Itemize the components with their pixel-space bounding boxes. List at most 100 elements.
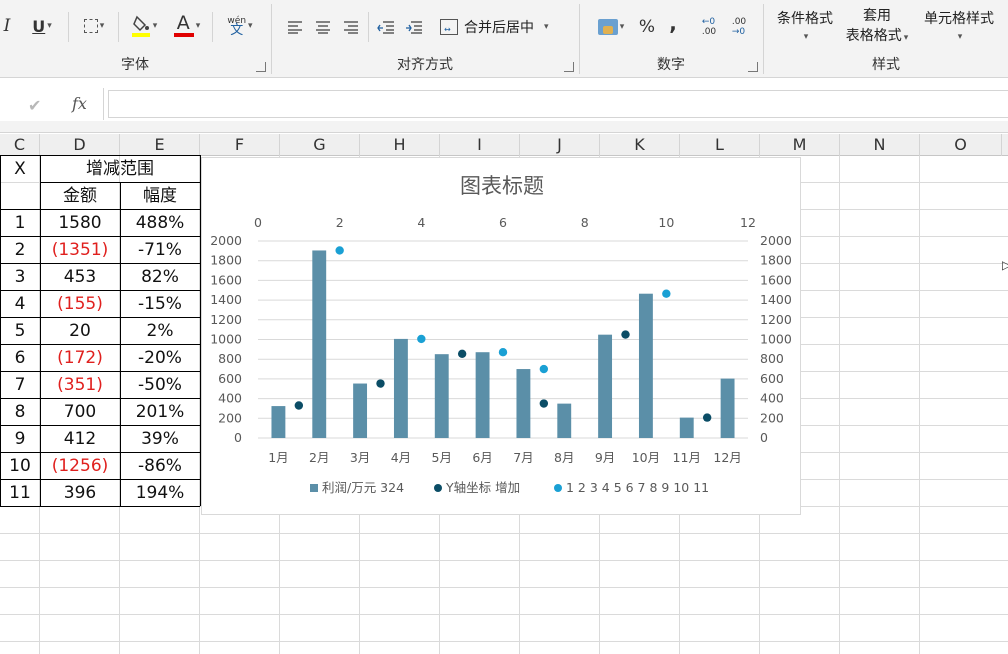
cell-styles-button[interactable]: 单元格样式 ▾ [914, 0, 1004, 50]
category-label: 6月 [472, 450, 492, 465]
ratio-cell[interactable]: 2% [120, 318, 200, 345]
italic-button[interactable]: I [0, 14, 14, 38]
amount-cell[interactable]: 700 [40, 399, 120, 426]
column-header[interactable]: J [520, 134, 600, 156]
table-border [0, 155, 1, 506]
table-border [0, 452, 200, 453]
styles-group-label: 样式 [872, 57, 900, 73]
x-cell[interactable]: 8 [0, 399, 40, 426]
table-border [0, 344, 200, 345]
x-cell[interactable]: 6 [0, 345, 40, 372]
x2-tick-label: 8 [581, 215, 589, 230]
header-amount-cell[interactable]: 金额 [40, 183, 120, 210]
header-x-cell[interactable]: X [0, 156, 40, 183]
conditional-format-button[interactable]: 条件格式 ▾ [772, 0, 838, 50]
comma-button[interactable]: , [664, 10, 682, 36]
ratio-cell[interactable]: 488% [120, 210, 200, 237]
ratio-cell[interactable]: -20% [120, 345, 200, 372]
phonetic-button[interactable]: wén 文 ▾ [218, 12, 262, 40]
x-cell[interactable]: 11 [0, 480, 40, 507]
column-header[interactable]: O [920, 134, 1002, 156]
amount-cell[interactable]: 453 [40, 264, 120, 291]
column-header[interactable]: C [0, 134, 40, 156]
y-tick-label-right: 800 [760, 351, 784, 366]
border-button[interactable]: ▾ [74, 14, 114, 38]
ratio-cell[interactable]: 194% [120, 480, 200, 507]
amount-cell[interactable]: 1580 [40, 210, 120, 237]
ratio-cell[interactable]: -86% [120, 453, 200, 480]
grid-col-line [919, 156, 920, 654]
column-header[interactable]: M [760, 134, 840, 156]
y-tick-label-left: 200 [218, 410, 242, 425]
category-label: 5月 [432, 450, 452, 465]
x-cell[interactable]: 4 [0, 291, 40, 318]
amount-cell[interactable]: 396 [40, 480, 120, 507]
check-icon[interactable]: ✔ [28, 96, 41, 115]
alignment-group: ↔ 合并后居中▾ 对齐方式 ↘ [272, 0, 578, 78]
amount-cell[interactable]: 20 [40, 318, 120, 345]
chart-title: 图表标题 [460, 174, 544, 198]
scatter-point [621, 330, 630, 339]
amount-cell[interactable]: 412 [40, 426, 120, 453]
x-cell[interactable]: 7 [0, 372, 40, 399]
column-header[interactable]: G [280, 134, 360, 156]
amount-cell[interactable]: (155) [40, 291, 120, 318]
decrease-indent-icon[interactable] [374, 16, 398, 38]
underline-button[interactable]: U ▾ [22, 14, 62, 38]
amount-cell[interactable]: (172) [40, 345, 120, 372]
formula-input[interactable] [108, 90, 1008, 118]
x-cell[interactable]: 5 [0, 318, 40, 345]
column-header[interactable]: I [440, 134, 520, 156]
font-dialog-launcher-icon[interactable]: ↘ [256, 62, 266, 72]
header-range-cell[interactable]: 增减范围 [40, 156, 200, 183]
column-header[interactable]: N [840, 134, 920, 156]
category-label: 9月 [595, 450, 615, 465]
ratio-cell[interactable]: -71% [120, 237, 200, 264]
ratio-cell[interactable]: 201% [120, 399, 200, 426]
merge-center-button[interactable]: ↔ 合并后居中 ▾ [440, 14, 566, 40]
grid-row-line [0, 587, 1008, 588]
ratio-cell[interactable]: 39% [120, 426, 200, 453]
combo-chart[interactable]: 图表标题 0 0 200 200 400 400 600 600 800 800 1000 1000 12… [201, 157, 801, 515]
ratio-cell[interactable]: 82% [120, 264, 200, 291]
ratio-cell[interactable]: -50% [120, 372, 200, 399]
y-tick-label-right: 1000 [760, 332, 792, 347]
accounting-format-button[interactable]: ▾ [590, 14, 632, 40]
align-right-icon[interactable] [340, 16, 362, 38]
column-header[interactable]: E [120, 134, 200, 156]
amount-cell[interactable]: (351) [40, 372, 120, 399]
align-left-icon[interactable] [284, 16, 306, 38]
insert-function-button[interactable]: fx [72, 94, 87, 113]
align-center-icon[interactable] [312, 16, 334, 38]
column-header[interactable]: D [40, 134, 120, 156]
styles-group: 条件格式 ▾ 套用 表格格式 ▾ 单元格样式 ▾ 样式 [764, 0, 1008, 78]
bar [557, 403, 572, 438]
scatter-point [457, 349, 467, 358]
column-header[interactable]: L [680, 134, 760, 156]
fill-color-button[interactable]: ▾ [124, 12, 164, 40]
column-header[interactable]: K [600, 134, 680, 156]
amount-cell[interactable]: (1256) [40, 453, 120, 480]
y-tick-label-right: 1200 [760, 312, 792, 327]
x-cell[interactable]: 1 [0, 210, 40, 237]
x-cell[interactable]: 2 [0, 237, 40, 264]
percent-button[interactable]: % [636, 14, 658, 40]
decrease-decimal-icon[interactable]: .00 →0 [726, 14, 752, 40]
column-header[interactable]: H [360, 134, 440, 156]
format-as-table-button[interactable]: 套用 表格格式 ▾ [838, 0, 916, 50]
alignment-dialog-launcher-icon[interactable]: ↘ [564, 62, 574, 72]
column-header[interactable]: F [200, 134, 280, 156]
x-cell[interactable]: 9 [0, 426, 40, 453]
amount-cell[interactable]: (1351) [40, 237, 120, 264]
number-group: ▾ % , ←0.00 .00→0 数字 ↘ [580, 0, 762, 78]
increase-decimal-icon[interactable]: ←0.00 [696, 14, 722, 40]
increase-indent-icon[interactable] [402, 16, 426, 38]
header-ratio-cell[interactable]: 幅度 [120, 183, 200, 210]
x-cell[interactable]: 10 [0, 453, 40, 480]
font-color-button[interactable]: A ▾ [166, 12, 208, 40]
x-cell[interactable]: 3 [0, 264, 40, 291]
y-tick-label-left: 1600 [210, 272, 242, 287]
number-dialog-launcher-icon[interactable]: ↘ [748, 62, 758, 72]
ratio-cell[interactable]: -15% [120, 291, 200, 318]
x2-tick-label: 0 [254, 215, 262, 230]
